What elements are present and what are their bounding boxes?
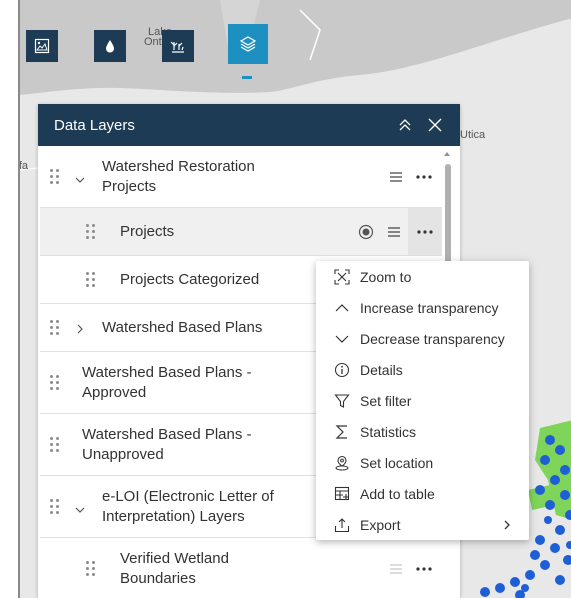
layers-icon (239, 36, 257, 52)
menu-item-label: Decrease transparency (360, 330, 505, 347)
active-tool-indicator (242, 76, 252, 79)
wetland-tool-button[interactable] (162, 30, 194, 62)
panel-title: Data Layers (54, 116, 135, 134)
menu-item-label: Set filter (360, 392, 412, 409)
location-icon (335, 455, 349, 470)
add-table-icon (334, 486, 350, 500)
menu-item-label: Statistics (360, 423, 417, 440)
drag-handle-icon[interactable] (86, 224, 96, 240)
more-options-button[interactable] (408, 208, 442, 255)
water-drop-icon (106, 40, 114, 53)
layer-label-line1: Watershed Based Plans - (82, 426, 252, 443)
visibility-toggle[interactable] (352, 208, 380, 255)
water-tool-button[interactable] (94, 30, 126, 62)
map-label-buffalo: ffa (18, 160, 29, 172)
chevron-down-icon[interactable] (74, 174, 86, 186)
collapse-panel-button[interactable] (394, 114, 416, 136)
drag-handle-icon[interactable] (86, 561, 96, 577)
menu-item-label: Add to table (360, 485, 435, 502)
map-label-utica: Utica (460, 129, 486, 141)
list-icon (390, 564, 402, 574)
scroll-up-arrow-icon[interactable] (444, 152, 450, 156)
chevron-up-icon (335, 303, 349, 311)
layer-label: Watershed Based Plans (102, 319, 263, 336)
drag-handle-icon[interactable] (50, 437, 60, 453)
info-icon (334, 362, 350, 377)
zoom-to-icon (334, 268, 350, 285)
chevron-down-icon (335, 335, 349, 343)
drag-handle-icon[interactable] (86, 272, 96, 288)
menu-item-set-location[interactable]: Set location (316, 447, 529, 478)
layers-tool-button[interactable] (228, 24, 268, 64)
layer-label-line1: Watershed Restoration (102, 158, 255, 175)
layer-label: Verified Wetland Boundaries (120, 549, 229, 589)
layer-label-line2: Boundaries (120, 570, 196, 587)
layer-label-line1: Verified Wetland (120, 550, 229, 567)
panel-header: Data Layers (38, 104, 460, 146)
menu-item-label: Set location (360, 454, 434, 471)
list-icon (390, 171, 402, 182)
filter-icon (334, 393, 350, 408)
layer-label: Projects Categorized (120, 271, 260, 288)
menu-item-label: Increase transparency (360, 299, 499, 316)
menu-item-set-filter[interactable]: Set filter (316, 385, 529, 416)
layer-label: Watershed Based Plans - Approved (82, 363, 252, 403)
layer-label-line1: Watershed Based Plans - (82, 364, 252, 381)
drag-handle-icon[interactable] (50, 499, 60, 515)
menu-item-decrease-transparency[interactable]: Decrease transparency (316, 323, 529, 354)
menu-item-label: Export (360, 516, 401, 533)
layer-actions (382, 538, 442, 598)
image-icon (34, 38, 50, 54)
layer-label-line1: e-LOI (Electronic Letter of (102, 488, 274, 505)
sigma-icon (335, 424, 347, 439)
legend-button[interactable] (380, 208, 408, 255)
layer-label-line2: Approved (82, 384, 147, 401)
map-label-lake-2: Ont (144, 36, 162, 48)
drag-handle-icon[interactable] (50, 375, 60, 391)
double-chevron-up-icon (399, 119, 411, 131)
layer-row-verified-wetland-boundaries[interactable]: Verified Wetland Boundaries (40, 538, 442, 598)
list-icon (388, 226, 400, 237)
menu-item-zoom-to[interactable]: Zoom to (316, 261, 529, 292)
chevron-down-icon[interactable] (74, 504, 86, 516)
menu-item-label: Details (360, 361, 403, 378)
layer-row-watershed-restoration-projects[interactable]: Watershed Restoration Projects (40, 146, 442, 208)
more-horizontal-icon (416, 567, 432, 571)
chevron-right-icon (504, 520, 510, 529)
menu-item-details[interactable]: Details (316, 354, 529, 385)
more-options-button[interactable] (410, 146, 438, 207)
layer-label: Projects (120, 223, 175, 240)
layer-label: e-LOI (Electronic Letter of Interpretatio… (102, 487, 274, 527)
legend-button[interactable] (382, 538, 410, 598)
chevron-right-icon[interactable] (74, 323, 86, 335)
more-options-button[interactable] (410, 538, 438, 598)
layer-label-line2: Projects (102, 178, 157, 195)
layer-label: Watershed Based Plans - Unapproved (82, 425, 252, 465)
layer-row-projects[interactable]: Projects (40, 208, 442, 256)
drag-handle-icon[interactable] (50, 169, 60, 185)
layer-actions (352, 208, 442, 255)
wetland-icon (170, 41, 184, 53)
legend-button[interactable] (382, 146, 410, 207)
drag-handle-icon[interactable] (50, 320, 60, 336)
export-icon (334, 517, 350, 532)
more-horizontal-icon (416, 174, 432, 179)
layer-label: Watershed Restoration Projects (102, 157, 255, 197)
layer-label-line2: Unapproved (82, 446, 164, 463)
menu-item-increase-transparency[interactable]: Increase transparency (316, 292, 529, 323)
basemap-gallery-button[interactable] (26, 30, 58, 62)
close-panel-button[interactable] (424, 114, 446, 136)
layer-label-line2: Interpretation) Layers (102, 508, 245, 525)
more-horizontal-icon (417, 229, 433, 234)
layer-actions (382, 146, 442, 207)
menu-item-add-to-table[interactable]: Add to table (316, 478, 529, 509)
layer-context-menu: Zoom to Increase transparency Decrease t… (316, 261, 529, 540)
close-icon (428, 118, 442, 132)
menu-item-export[interactable]: Export (316, 509, 529, 540)
menu-item-label: Zoom to (360, 268, 412, 285)
radio-selected-icon (358, 224, 374, 239)
menu-item-statistics[interactable]: Statistics (316, 416, 529, 447)
